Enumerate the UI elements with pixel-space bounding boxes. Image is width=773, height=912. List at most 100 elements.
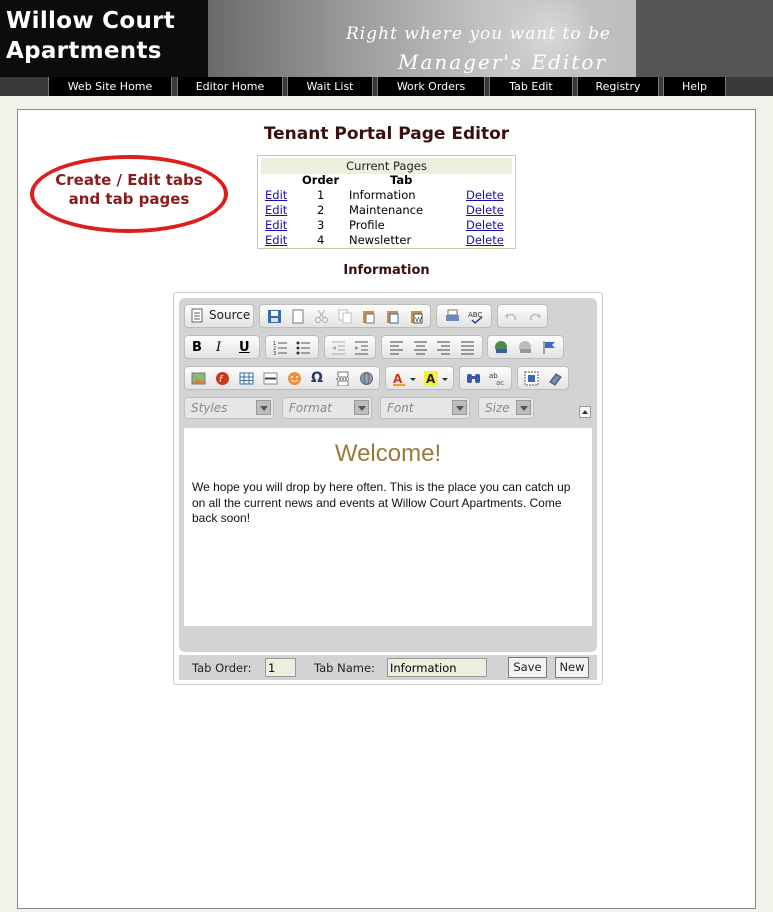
delete-link[interactable]: Delete <box>466 203 504 218</box>
chevron-down-icon <box>256 400 271 415</box>
horizontal-rule-icon[interactable] <box>263 371 278 386</box>
site-header: Willow Court Apartments Right where you … <box>0 0 773 77</box>
bold-icon[interactable]: B <box>192 340 207 355</box>
iframe-globe-icon[interactable] <box>359 371 374 386</box>
paste-icon[interactable] <box>361 309 376 324</box>
tab-form: Tab Order: Tab Name: Save New <box>179 655 597 680</box>
chevron-down-icon <box>516 400 531 415</box>
remove-format-icon[interactable] <box>548 371 563 386</box>
logo-line-2: Apartments <box>6 38 162 64</box>
editor-content-area[interactable]: Welcome! We hope you will drop by here o… <box>184 428 592 626</box>
callout-line-2: and tab pages <box>68 190 190 208</box>
nav-wait-list[interactable]: Wait List <box>287 77 373 96</box>
redo-icon[interactable] <box>527 309 542 324</box>
tab-name-input[interactable] <box>387 658 487 677</box>
flash-icon[interactable]: f <box>215 371 230 386</box>
find-icon[interactable] <box>466 371 481 386</box>
delete-link[interactable]: Delete <box>466 188 504 203</box>
indent-icon[interactable] <box>354 340 369 355</box>
background-color-icon[interactable]: A <box>424 371 450 386</box>
new-page-icon[interactable] <box>290 309 305 324</box>
text-style-group: B I U <box>184 335 260 359</box>
underline-icon[interactable]: U <box>239 340 254 355</box>
header-banner: Right where you want to be Manager's Edi… <box>208 0 636 77</box>
insert-group: f Ω <box>184 366 380 390</box>
anchor-flag-icon[interactable] <box>542 340 557 355</box>
chevron-down-icon <box>354 400 369 415</box>
paste-text-icon[interactable] <box>385 309 400 324</box>
svg-text:3: 3 <box>273 351 276 355</box>
special-char-icon[interactable]: Ω <box>311 371 326 386</box>
align-left-icon[interactable] <box>389 340 404 355</box>
edit-link[interactable]: Edit <box>265 188 287 203</box>
content-paragraph: We hope you will drop by here often. Thi… <box>192 480 571 525</box>
copy-icon[interactable] <box>338 309 353 324</box>
svg-text:A: A <box>393 372 403 386</box>
tab-order-input[interactable] <box>265 658 296 677</box>
nav-bar: Web Site Home Editor Home Wait List Work… <box>0 77 773 96</box>
delete-link[interactable]: Delete <box>466 233 504 248</box>
new-button[interactable]: New <box>555 657 589 678</box>
format-combo-label: Format <box>289 401 332 415</box>
save-button[interactable]: Save <box>508 657 547 678</box>
image-icon[interactable] <box>191 371 206 386</box>
unlink-icon[interactable] <box>518 340 533 355</box>
source-group: Source <box>184 304 254 328</box>
nav-tab-edit[interactable]: Tab Edit <box>489 77 573 96</box>
smiley-icon[interactable] <box>287 371 302 386</box>
edit-link[interactable]: Edit <box>265 233 287 248</box>
site-logo[interactable]: Willow Court Apartments <box>0 0 208 77</box>
svg-text:A: A <box>426 372 436 386</box>
table-icon[interactable] <box>239 371 254 386</box>
source-label: Source <box>209 308 251 322</box>
select-group <box>517 366 569 390</box>
text-color-icon[interactable]: A <box>392 371 418 386</box>
size-combo[interactable]: Size <box>478 397 534 419</box>
paste-word-icon[interactable]: W <box>409 309 424 324</box>
spellcheck-icon[interactable]: ABC <box>468 309 483 324</box>
align-center-icon[interactable] <box>413 340 428 355</box>
print-group: ABC <box>436 304 492 328</box>
table-caption: Current Pages <box>261 158 512 174</box>
nav-help[interactable]: Help <box>663 77 726 96</box>
bullet-list-icon[interactable] <box>296 340 311 355</box>
row-order: 2 <box>317 203 325 217</box>
styles-combo-label: Styles <box>191 401 228 415</box>
nav-editor-home[interactable]: Editor Home <box>177 77 283 96</box>
link-icon[interactable] <box>494 340 509 355</box>
numbered-list-icon[interactable]: 123 <box>273 340 288 355</box>
tagline: Right where you want to be <box>346 24 611 44</box>
undo-redo-group <box>497 304 548 328</box>
table-header-row: Order Tab <box>258 173 515 188</box>
align-right-icon[interactable] <box>436 340 451 355</box>
link-group <box>487 335 564 359</box>
table-row: Edit 2 Maintenance Delete <box>258 203 515 218</box>
italic-icon[interactable]: I <box>216 340 231 355</box>
print-icon[interactable] <box>445 309 460 324</box>
font-combo[interactable]: Font <box>380 397 470 419</box>
table-row: Edit 1 Information Delete <box>258 188 515 203</box>
collapse-toolbar-button[interactable] <box>579 406 591 418</box>
nav-registry[interactable]: Registry <box>577 77 659 96</box>
undo-icon[interactable] <box>504 309 519 324</box>
svg-text:W: W <box>415 316 422 324</box>
edit-link[interactable]: Edit <box>265 218 287 233</box>
source-button[interactable]: Source <box>191 308 251 327</box>
cut-icon[interactable] <box>314 309 329 324</box>
page-break-icon[interactable] <box>335 371 350 386</box>
styles-combo[interactable]: Styles <box>184 397 274 419</box>
row-order: 4 <box>317 233 325 247</box>
logo-line-1: Willow Court <box>6 8 176 34</box>
header-tab: Tab <box>390 173 413 187</box>
select-all-icon[interactable] <box>524 371 539 386</box>
edit-link[interactable]: Edit <box>265 203 287 218</box>
font-combo-label: Font <box>387 401 414 415</box>
replace-icon[interactable]: ab ac <box>489 371 504 386</box>
justify-icon[interactable] <box>460 340 475 355</box>
outdent-icon[interactable] <box>331 340 346 355</box>
format-combo[interactable]: Format <box>282 397 372 419</box>
save-icon[interactable] <box>267 309 282 324</box>
nav-web-site-home[interactable]: Web Site Home <box>48 77 172 96</box>
delete-link[interactable]: Delete <box>466 218 504 233</box>
nav-work-orders[interactable]: Work Orders <box>377 77 485 96</box>
